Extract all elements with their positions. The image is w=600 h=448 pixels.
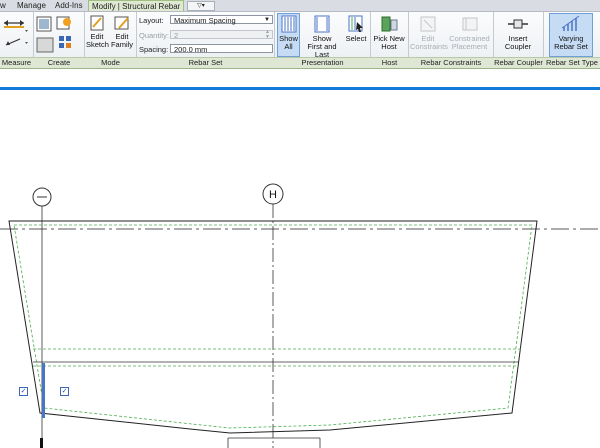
chevron-down-icon: ▼ [264,17,270,23]
show-all-icon [281,15,296,33]
panel-presentation-label: Presentation [301,58,344,67]
insert-coupler-label-2: Coupler [504,42,532,51]
grid-line-h[interactable]: H [262,183,284,448]
tab-add-ins[interactable]: Add-Ins [55,0,83,11]
edit-sketch-button[interactable]: Edit Sketch [86,14,109,49]
panel-rebar-set-type-label: Rebar Set Type [546,58,598,67]
edit-sketch-label-2: Sketch [86,40,109,49]
create-tools-icon[interactable] [35,14,81,56]
varying-rebar-set-icon [561,15,580,31]
pick-new-host-label-2: Host [381,42,397,51]
select-icon [348,15,363,32]
varying-rebar-set-label-2: Rebar Set [554,42,588,51]
tab-view[interactable]: w [0,0,6,11]
edit-sketch-icon [90,15,104,31]
quick-access-dropdown-icon[interactable]: ▽▾ [187,1,215,11]
show-first-and-last-button[interactable]: Show First and Last [300,14,344,59]
select-button[interactable]: Select [345,14,367,43]
select-label: Select [345,34,367,43]
panel-host-label: Host [381,58,398,67]
edit-family-button[interactable]: Edit Family [110,14,134,49]
panel-rebar-constraints-label: Rebar Constraints [420,58,482,67]
constrained-placement-label-2: Placement [451,42,488,51]
panel-rebar-coupler-label: Rebar Coupler [494,58,543,67]
edit-family-label-2: Family [110,40,134,49]
panel-mode-label: Mode [101,58,120,67]
spinner-arrows-icon: ▲ ▼ [265,29,270,40]
panel-create-label[interactable]: Create [34,58,84,68]
edit-constraints-label-2: Constraints [410,42,448,51]
edit-family-icon [114,16,129,30]
grid-h-label: H [269,189,277,201]
ribbon-panel-label-bar: Measure Create Mode Rebar Set Presentati… [0,57,600,69]
selected-rebar[interactable] [42,363,45,418]
quantity-stepper[interactable]: 2 ▲ ▼ [170,29,273,40]
edit-constraints-icon [420,16,436,32]
ribbon-tab-bar: w Manage Add-Ins Modify | Structural Reb… [0,0,600,12]
pick-new-host-icon [381,16,398,32]
varying-rebar-set-button[interactable]: Varying Rebar Set [549,13,593,57]
insert-coupler-icon [508,19,528,29]
quantity-label: Quantity: [139,31,170,40]
tab-manage[interactable]: Manage [17,0,46,11]
panel-rebar-set-label: Rebar Set [188,58,223,67]
edge-marker [40,438,43,448]
show-all-label-2: All [284,42,293,51]
constrained-placement-icon [462,17,477,31]
measure-tools-icon[interactable] [2,15,30,55]
first-bar-checkbox[interactable]: ✓ [19,387,28,396]
show-first-and-last-icon [314,15,330,33]
panel-measure-label[interactable]: Measure [0,58,33,68]
drawing-canvas[interactable]: H [0,90,600,448]
edit-constraints-button[interactable]: Edit Constraints [410,14,448,51]
quantity-value: 2 [174,31,179,40]
spacing-value: 200.0 mm [174,45,208,54]
last-bar-checkbox[interactable]: ✓ [60,387,69,396]
spacing-field[interactable]: 200.0 mm [170,44,273,54]
pick-new-host-button[interactable]: Pick New Host [372,14,406,51]
tab-modify-structural-rebar[interactable]: Modify | Structural Rebar [88,0,185,11]
constrained-placement-button[interactable]: Constrained Placement [448,14,491,51]
insert-coupler-button[interactable]: Insert Coupler [497,14,539,51]
layout-label: Layout: [139,16,164,25]
show-all-button[interactable]: Show All [277,13,300,57]
layout-dropdown[interactable]: Maximum Spacing ▼ [170,15,273,25]
layout-value: Maximum Spacing [174,16,236,25]
spacing-label: Spacing: [139,45,169,54]
